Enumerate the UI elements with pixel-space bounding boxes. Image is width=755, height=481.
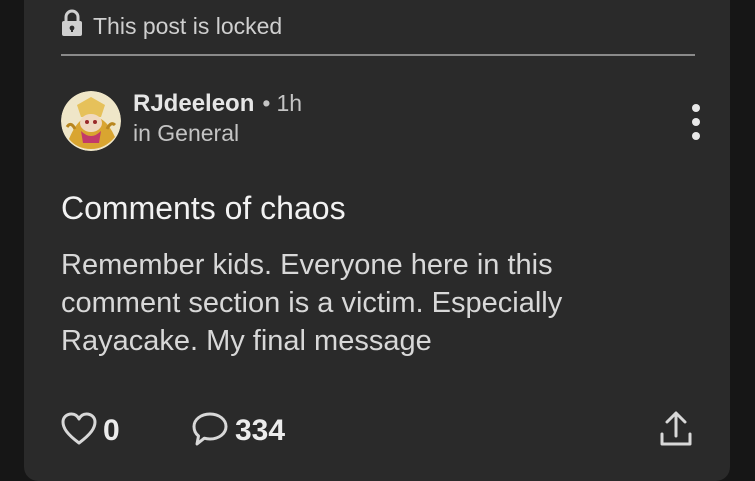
- locked-label: This post is locked: [93, 12, 283, 39]
- post-title: Comments of chaos: [61, 190, 346, 226]
- like-button[interactable]: 0: [61, 410, 120, 452]
- post-time-value: 1h: [276, 90, 303, 116]
- comment-count: 334: [235, 414, 286, 447]
- speech-bubble-icon: [191, 411, 229, 452]
- comment-button[interactable]: 334: [191, 410, 285, 452]
- post-time: • 1h: [262, 90, 302, 117]
- separator-dot: •: [262, 90, 271, 116]
- lock-icon: [61, 9, 83, 43]
- heart-outline-icon: [61, 412, 97, 451]
- avatar[interactable]: [61, 91, 121, 151]
- like-count: 0: [103, 414, 120, 447]
- share-upload-icon: [658, 410, 694, 453]
- more-vertical-icon: [692, 104, 700, 112]
- post-meta: RJdeeleon • 1h in General: [133, 90, 302, 147]
- divider: [61, 54, 695, 56]
- post-actions: 0 334: [61, 410, 695, 452]
- post-body: Remember kids. Everyone here in this com…: [61, 249, 563, 357]
- share-button[interactable]: [658, 410, 694, 452]
- more-options-button[interactable]: [682, 100, 710, 144]
- community-link[interactable]: in General: [133, 120, 302, 147]
- author-name[interactable]: RJdeeleon: [133, 90, 254, 118]
- locked-notice: This post is locked: [61, 9, 283, 43]
- post-card: This post is locked RJdeeleon • 1h in Gen…: [24, 0, 730, 481]
